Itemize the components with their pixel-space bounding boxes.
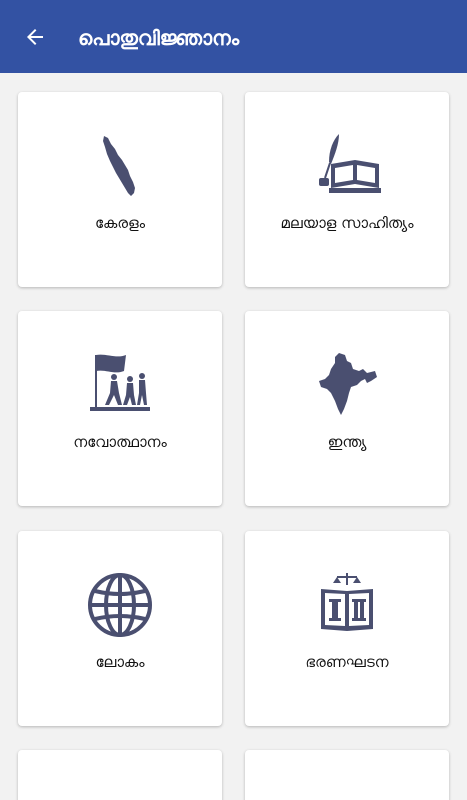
kerala-map-icon bbox=[84, 130, 156, 202]
app-bar: പൊതുവിജ്ഞാനം bbox=[0, 0, 467, 73]
flag-march-icon bbox=[84, 349, 156, 421]
category-label: ലോകം bbox=[95, 653, 145, 671]
back-button[interactable] bbox=[16, 18, 54, 56]
category-label: കേരളം bbox=[94, 214, 146, 232]
category-label: നവോത്ഥാനം bbox=[73, 433, 167, 451]
scales-book-icon bbox=[311, 569, 383, 641]
category-card-malayalam-literature[interactable]: മലയാള സാഹിത്യം bbox=[245, 92, 449, 287]
quill-book-icon bbox=[311, 130, 383, 202]
category-card-partial[interactable] bbox=[245, 750, 449, 800]
arrow-back-icon bbox=[27, 29, 43, 45]
category-card-kerala[interactable]: കേരളം bbox=[18, 92, 222, 287]
globe-icon bbox=[84, 569, 156, 641]
category-card-renaissance[interactable]: നവോത്ഥാനം bbox=[18, 311, 222, 506]
page-title: പൊതുവിജ്ഞാനം bbox=[78, 26, 240, 50]
category-card-world[interactable]: ലോകം bbox=[18, 531, 222, 726]
category-card-partial[interactable] bbox=[18, 750, 222, 800]
category-label: ഇന്ത്യ bbox=[327, 433, 367, 451]
category-label: ഭരണഘടന bbox=[305, 653, 389, 671]
india-map-icon bbox=[311, 349, 383, 421]
category-card-india[interactable]: ഇന്ത്യ bbox=[245, 311, 449, 506]
category-card-constitution[interactable]: ഭരണഘടന bbox=[245, 531, 449, 726]
category-label: മലയാള സാഹിത്യം bbox=[280, 214, 414, 232]
